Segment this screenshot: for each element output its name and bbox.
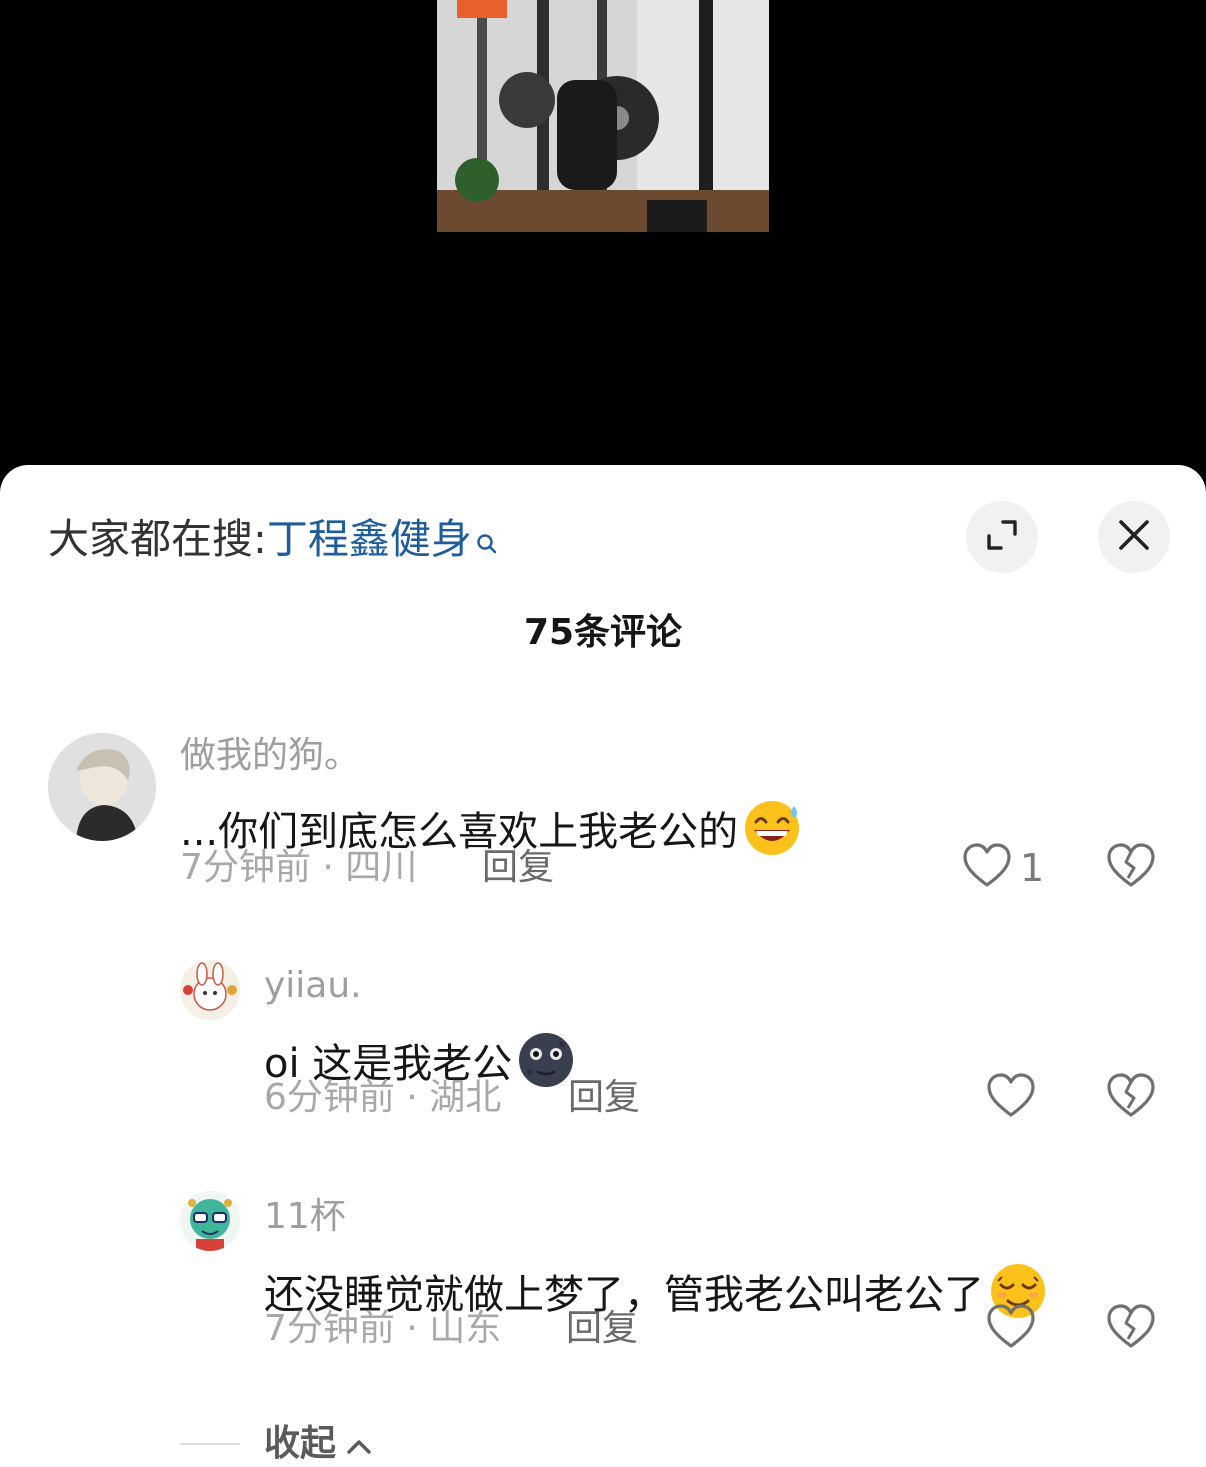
search-suggestion-keyword[interactable]: 丁程鑫健身 — [267, 515, 472, 563]
reply-button[interactable]: 回复 — [568, 1076, 640, 1120]
collapse-replies-button[interactable]: 收起 — [264, 1422, 372, 1466]
avatar[interactable] — [48, 733, 156, 841]
reply-button[interactable]: 回复 — [482, 846, 554, 890]
dislike-button[interactable] — [1106, 1072, 1156, 1124]
dislike-button[interactable] — [1106, 842, 1156, 894]
avatar[interactable] — [180, 960, 240, 1020]
close-button[interactable] — [1098, 501, 1170, 573]
comment-count-title: 75条评论 — [523, 612, 683, 653]
comment-meta: 7分钟前 · 四川 — [180, 847, 418, 888]
comment-username[interactable]: 做我的狗。 — [180, 734, 360, 778]
heart-icon — [986, 1072, 1036, 1124]
search-suggestion[interactable]: 大家都在搜:丁程鑫健身 — [48, 515, 498, 565]
search-icon — [476, 517, 498, 565]
comment-meta: 6分钟前 · 湖北 — [264, 1077, 502, 1118]
broken-heart-icon — [1106, 1073, 1156, 1124]
comment-sheet: 大家都在搜:丁程鑫健身 75条评论 做我的狗。 ...你们到底怎么喜欢上我老公的… — [0, 465, 1206, 1467]
reply-button[interactable]: 回复 — [566, 1307, 638, 1351]
close-icon — [1117, 518, 1151, 556]
collapse-label: 收起 — [264, 1423, 337, 1464]
video-frame-gym[interactable] — [437, 0, 769, 232]
dislike-button[interactable] — [1106, 1303, 1156, 1355]
collapse-divider — [180, 1443, 240, 1445]
video-player[interactable] — [0, 0, 1206, 480]
search-suggestion-prefix: 大家都在搜: — [48, 515, 267, 563]
comment-username[interactable]: 11杯 — [264, 1195, 346, 1239]
comment-username[interactable]: yiiau. — [264, 964, 362, 1008]
like-button[interactable]: 1 — [962, 842, 1044, 894]
chevron-up-icon — [336, 1422, 372, 1466]
grinning-sweat-emoji — [742, 800, 804, 868]
like-button[interactable] — [986, 1072, 1036, 1124]
heart-icon — [986, 1303, 1036, 1355]
comment-meta: 7分钟前 · 山东 — [264, 1308, 502, 1349]
broken-heart-icon — [1106, 843, 1156, 894]
avatar[interactable] — [180, 1191, 240, 1251]
broken-heart-icon — [1106, 1304, 1156, 1355]
expand-icon — [985, 518, 1019, 556]
heart-icon — [962, 842, 1012, 894]
expand-button[interactable] — [966, 501, 1038, 573]
like-button[interactable] — [986, 1303, 1036, 1355]
like-count: 1 — [1020, 846, 1045, 890]
